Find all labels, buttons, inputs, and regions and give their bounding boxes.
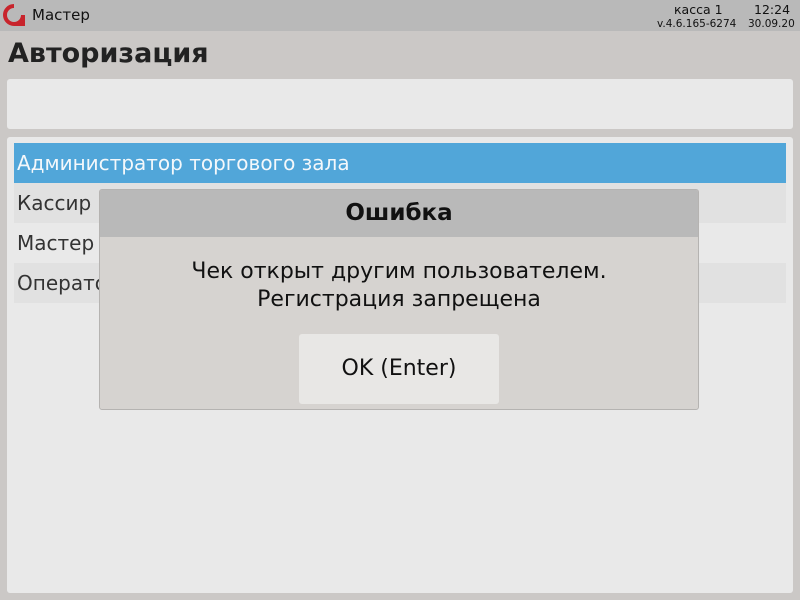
current-user: Мастер xyxy=(32,6,90,24)
ok-button[interactable]: OK (Enter) xyxy=(299,334,499,404)
dialog-message-line-1: Чек открыт другим пользователем. xyxy=(191,259,607,284)
app-logo-icon xyxy=(3,4,25,26)
top-status-bar: Мастер касса 1 12:24 v.4.6.165-6274 30.0… xyxy=(0,0,800,31)
app-version: v.4.6.165-6274 xyxy=(657,18,737,30)
page-title: Авторизация xyxy=(8,38,209,69)
current-date: 30.09.20 xyxy=(748,18,795,30)
dialog-title: Ошибка xyxy=(100,190,698,237)
register-number: касса 1 xyxy=(674,2,723,17)
dialog-message: Чек открыт другим пользователем. Регистр… xyxy=(100,258,698,314)
dialog-message-line-2: Регистрация запрещена xyxy=(257,287,541,312)
password-input-area[interactable] xyxy=(7,79,793,129)
clock: 12:24 xyxy=(754,2,791,17)
error-dialog: Ошибка Чек открыт другим пользователем. … xyxy=(99,189,699,410)
role-item-administrator[interactable]: Администратор торгового зала xyxy=(14,143,786,183)
